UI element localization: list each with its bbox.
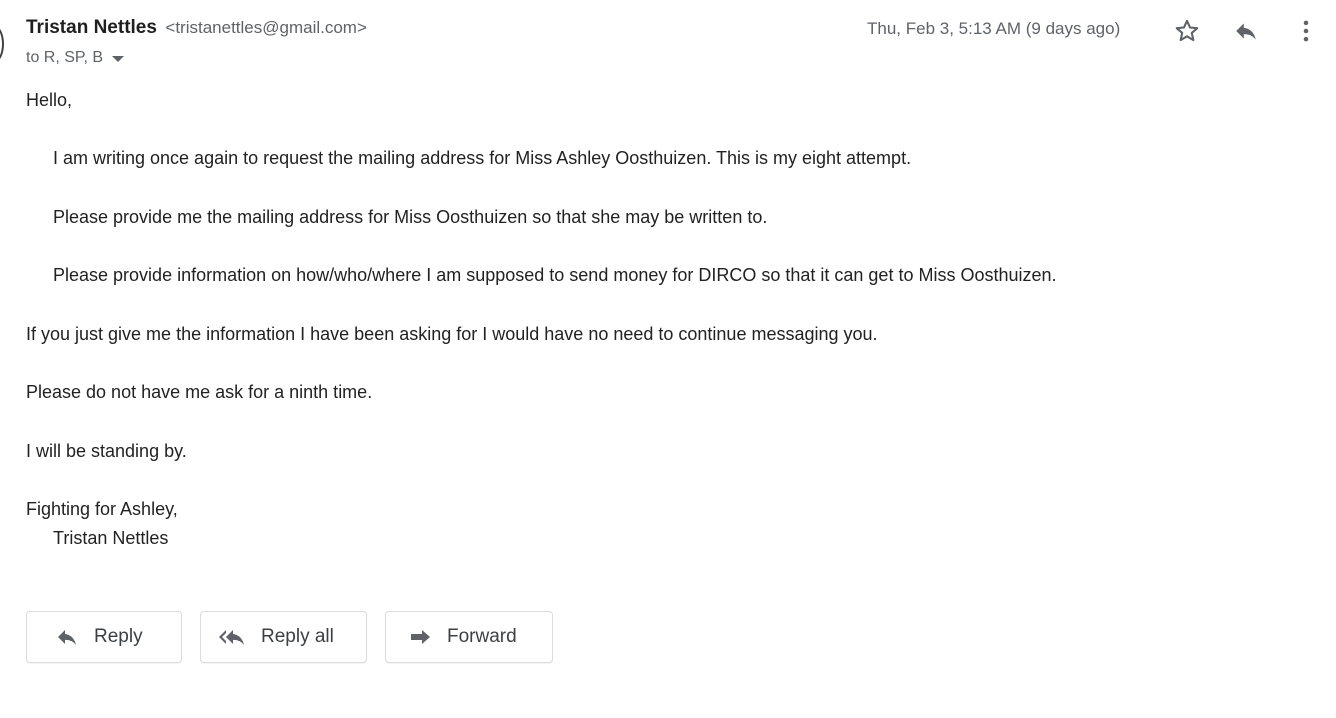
reply-icon[interactable] bbox=[1231, 16, 1261, 46]
signature: Tristan Nettles bbox=[53, 528, 169, 548]
chevron-down-icon[interactable] bbox=[112, 55, 125, 62]
sender-line: Tristan Nettles <tristanettles@gmail.com… bbox=[26, 17, 367, 39]
sender-name[interactable]: Tristan Nettles bbox=[26, 17, 157, 38]
body-paragraph: If you just give me the information I ha… bbox=[26, 324, 878, 344]
forward-icon bbox=[406, 625, 434, 649]
body-paragraph: Please provide information on how/who/wh… bbox=[53, 265, 1057, 285]
reply-all-button[interactable]: Reply all bbox=[200, 611, 367, 663]
recipients-label: to R, SP, B bbox=[26, 49, 104, 66]
forward-button-label: Forward bbox=[447, 626, 517, 647]
reply-button[interactable]: Reply bbox=[26, 611, 182, 663]
timestamp: Thu, Feb 3, 5:13 AM (9 days ago) bbox=[867, 19, 1121, 38]
reply-icon bbox=[53, 625, 81, 649]
reply-all-button-label: Reply all bbox=[261, 626, 334, 647]
body-paragraph: I am writing once again to request the m… bbox=[53, 148, 912, 168]
reply-button-label: Reply bbox=[94, 626, 143, 647]
forward-button[interactable]: Forward bbox=[385, 611, 553, 663]
greeting: Hello, bbox=[26, 90, 73, 110]
more-vert-icon[interactable] bbox=[1291, 16, 1321, 46]
body-paragraph: Please provide me the mailing address fo… bbox=[53, 207, 768, 227]
avatar bbox=[0, 26, 4, 62]
signoff: Fighting for Ashley, bbox=[26, 499, 178, 519]
sender-email: <tristanettles@gmail.com> bbox=[165, 18, 367, 37]
body-paragraph: I will be standing by. bbox=[26, 441, 187, 461]
star-icon[interactable] bbox=[1172, 16, 1202, 46]
body-paragraph: Please do not have me ask for a ninth ti… bbox=[26, 382, 373, 402]
message-header: Tristan Nettles <tristanettles@gmail.com… bbox=[26, 16, 1336, 76]
reply-all-icon bbox=[217, 625, 251, 649]
recipients[interactable]: to R, SP, B bbox=[26, 49, 125, 67]
